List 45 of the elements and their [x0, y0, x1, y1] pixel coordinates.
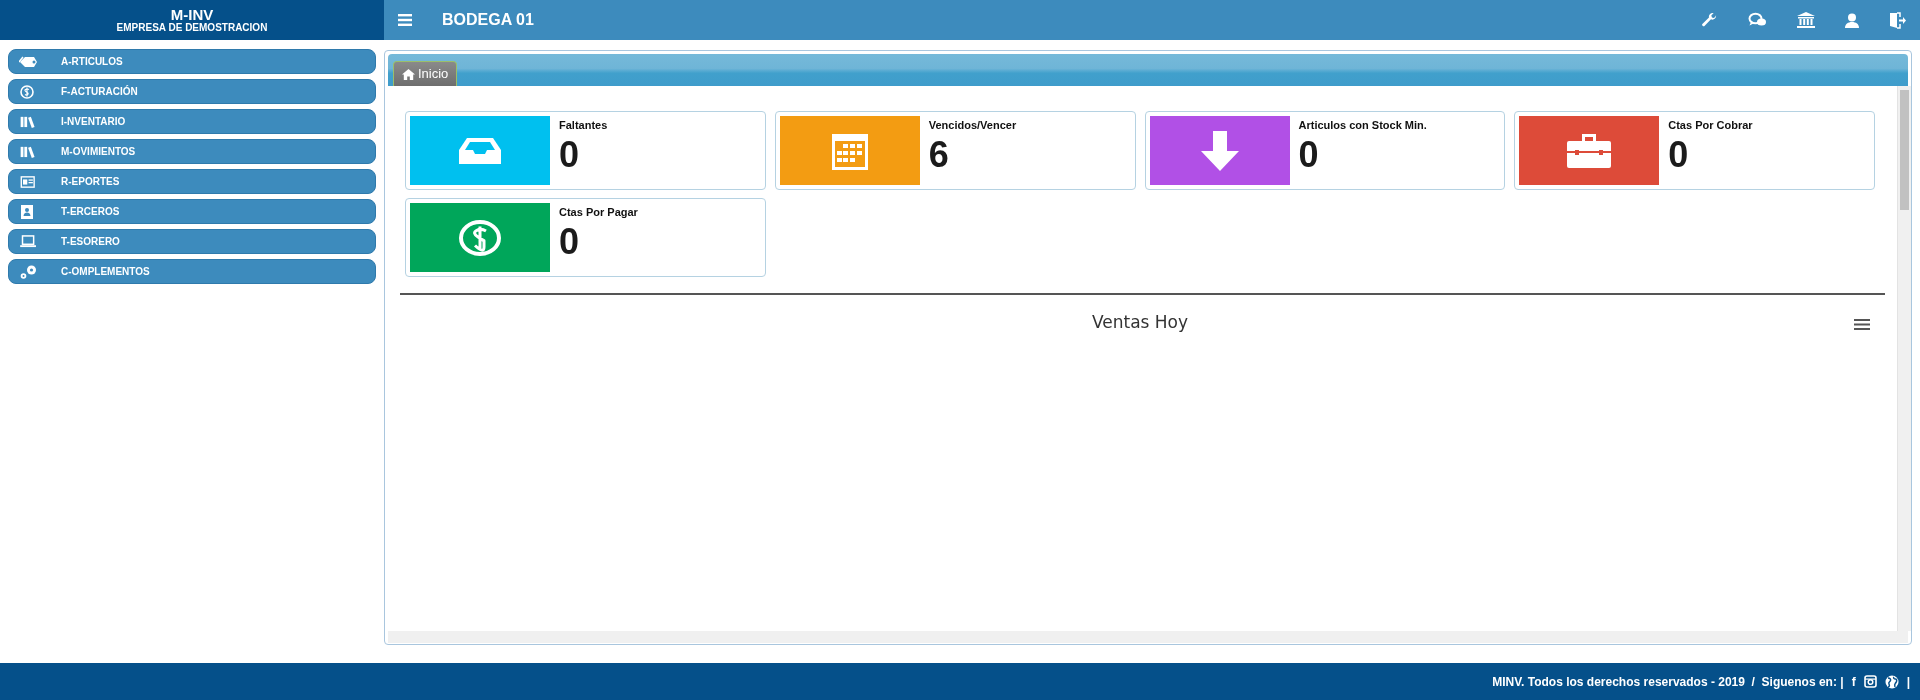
stat-label: Faltantes [559, 118, 608, 133]
warehouse-title: BODEGA 01 [442, 10, 534, 30]
sidebar-menu-item[interactable]: F-ACTURACIÓN [8, 79, 376, 104]
stat-value: 0 [1668, 136, 1690, 173]
app-name: M-INV [169, 7, 215, 23]
sidebar-menu-item[interactable]: T-ESORERO [8, 229, 376, 254]
laptop-icon [19, 235, 39, 248]
chart-title: Ventas Hoy [1091, 312, 1189, 332]
inbox-icon [459, 137, 501, 164]
facebook-link[interactable]: f [1851, 672, 1856, 691]
vertical-scrollbar[interactable] [1897, 86, 1911, 631]
sidebar-menu-item[interactable]: R-EPORTES [8, 169, 376, 194]
down-arrow-icon [1200, 130, 1239, 171]
instagram-icon[interactable] [1863, 675, 1877, 688]
chart-menu-icon[interactable] [1854, 319, 1870, 330]
chat-icon[interactable] [1748, 12, 1767, 28]
user-icon[interactable] [1845, 12, 1859, 28]
gears-icon [19, 263, 39, 280]
sidebar-menu-item[interactable]: I-NVENTARIO [8, 109, 376, 134]
dollar-coin-icon [459, 219, 501, 256]
separator-text: | [1906, 673, 1910, 691]
stat-value: 0 [559, 136, 581, 173]
stat-label: Ctas Por Pagar [559, 205, 638, 220]
menu-icon[interactable] [398, 14, 412, 26]
logout-icon[interactable] [1889, 11, 1906, 29]
sidebar-menu-item[interactable]: A-RTICULOS [8, 49, 376, 74]
sidebar-menu-item[interactable]: M-OVIMIENTOS [8, 139, 376, 164]
settings-icon[interactable] [1701, 11, 1718, 29]
home-tab[interactable]: Inicio [393, 61, 458, 86]
stat-label: Articulos con Stock Min. [1298, 118, 1427, 133]
company-name: EMPRESA DE DEMOSTRACION [115, 22, 269, 34]
copyright-text: MINV. Todos los derechos reservados - 2019 / Siguenos en: | [1492, 673, 1844, 691]
globe-icon[interactable] [1884, 674, 1899, 689]
home-icon [402, 68, 415, 80]
horizontal-scrollbar[interactable] [388, 631, 1908, 643]
briefcase-icon [1567, 133, 1612, 168]
stat-value: 0 [1298, 136, 1320, 173]
stat-value: 0 [559, 223, 581, 260]
stat-label: Vencidos/Vencer [928, 118, 1017, 133]
stat-value: 6 [928, 136, 950, 173]
sidebar-menu-item[interactable]: C-OMPLEMENTOS [8, 259, 376, 284]
sidebar-menu-item[interactable]: T-ERCEROS [8, 199, 376, 224]
stat-label: Ctas Por Cobrar [1668, 118, 1753, 133]
tag-icon [19, 54, 39, 69]
bank-icon[interactable] [1797, 12, 1815, 28]
